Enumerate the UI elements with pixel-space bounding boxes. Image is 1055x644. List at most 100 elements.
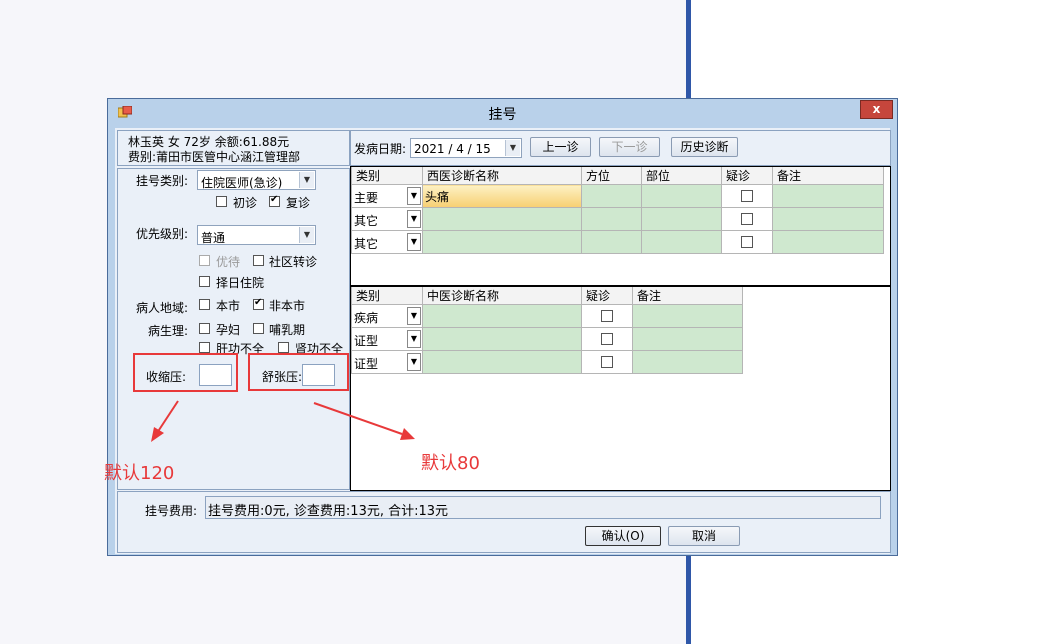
chevron-down-icon[interactable]: ▼ xyxy=(299,172,314,188)
chevron-down-icon[interactable]: ▼ xyxy=(407,307,421,325)
diagnosis-name: 头痛 xyxy=(425,189,450,204)
priority-select[interactable]: 普通 ▼ xyxy=(197,225,316,245)
select-day-checkbox[interactable] xyxy=(199,276,210,287)
chevron-down-icon[interactable]: ▼ xyxy=(407,353,421,371)
onset-date-value: 2021 / 4 / 15 xyxy=(414,142,491,156)
chevron-down-icon[interactable]: ▼ xyxy=(299,227,314,243)
category-value: 疾病 xyxy=(354,311,379,325)
category-value: 证型 xyxy=(354,357,379,371)
table-row: 证型 ▼ xyxy=(351,350,743,374)
category-select[interactable]: 证型 ▼ xyxy=(352,329,422,349)
suspected-checkbox[interactable] xyxy=(741,190,753,202)
table-row: 其它 ▼ xyxy=(351,207,884,231)
reg-type-value: 住院医师(急诊) xyxy=(201,176,283,190)
prev-visit-button[interactable]: 上一诊 xyxy=(530,137,591,157)
suspected-checkbox[interactable] xyxy=(741,236,753,248)
suspected-checkbox[interactable] xyxy=(601,333,613,345)
western-diagnosis-grid: 类别 西医诊断名称 方位 部位 疑诊 备注 主要 ▼ 头痛 其它 ▼ 其它 ▼ xyxy=(351,167,884,254)
diagnosis-name-cell[interactable] xyxy=(422,304,582,328)
next-visit-button[interactable]: 下一诊 xyxy=(599,137,660,157)
lactation-label: 哺乳期 xyxy=(269,323,306,337)
diagnosis-name-cell[interactable]: 头痛 xyxy=(422,184,582,208)
diagnosis-name-cell[interactable] xyxy=(422,350,582,374)
diagnosis-name-cell[interactable] xyxy=(422,207,582,231)
remark-cell[interactable] xyxy=(772,184,884,208)
fee-display: 挂号费用:0元, 诊查费用:13元, 合计:13元 xyxy=(205,496,881,519)
category-select[interactable]: 疾病 ▼ xyxy=(352,306,422,326)
register-dialog: 挂号 x 林玉英 女 72岁 余额:61.88元 费别:莆田市医管中心涵江管理部… xyxy=(107,98,898,556)
first-visit-label: 初诊 xyxy=(233,196,258,210)
footer-panel: 挂号费用: 挂号费用:0元, 诊查费用:13元, 合计:13元 确认(O) 取消 xyxy=(117,491,891,553)
chevron-down-icon[interactable]: ▼ xyxy=(407,330,421,348)
local-checkbox[interactable] xyxy=(199,299,210,310)
diagnosis-name-cell[interactable] xyxy=(422,230,582,254)
close-button[interactable]: x xyxy=(860,100,893,119)
chevron-down-icon[interactable]: ▼ xyxy=(407,233,421,251)
category-select[interactable]: 主要 ▼ xyxy=(352,186,422,206)
table-row: 主要 ▼ 头痛 xyxy=(351,184,884,208)
category-select[interactable]: 证型 ▼ xyxy=(352,352,422,372)
table-row: 其它 ▼ xyxy=(351,230,884,254)
category-select[interactable]: 其它 ▼ xyxy=(352,232,422,252)
remark-cell[interactable] xyxy=(772,207,884,231)
nonlocal-checkbox[interactable] xyxy=(253,297,264,310)
dialog-client: 林玉英 女 72岁 余额:61.88元 费别:莆田市医管中心涵江管理部 挂号类别… xyxy=(115,128,891,554)
preferential-label: 优待 xyxy=(216,255,241,269)
orientation-cell[interactable] xyxy=(581,230,642,254)
suspected-checkbox[interactable] xyxy=(601,310,613,322)
dialog-title: 挂号 xyxy=(488,107,517,123)
diagnosis-name-cell[interactable] xyxy=(422,327,582,351)
remark-cell[interactable] xyxy=(772,230,884,254)
reg-type-label: 挂号类别: xyxy=(136,174,189,188)
site-cell[interactable] xyxy=(641,230,722,254)
history-diagnosis-button[interactable]: 历史诊断 xyxy=(671,137,738,157)
systolic-arrow-icon xyxy=(151,400,179,442)
reg-type-select[interactable]: 住院医师(急诊) ▼ xyxy=(197,170,316,190)
category-value: 主要 xyxy=(354,191,379,205)
confirm-button[interactable]: 确认(O) xyxy=(585,526,661,546)
lactation-checkbox[interactable] xyxy=(253,323,264,334)
remark-cell[interactable] xyxy=(632,350,743,374)
orientation-cell[interactable] xyxy=(581,184,642,208)
diastolic-arrow-icon xyxy=(313,402,415,440)
chevron-down-icon[interactable]: ▼ xyxy=(407,210,421,228)
return-visit-checkbox[interactable] xyxy=(269,194,280,207)
priority-value: 普通 xyxy=(201,231,226,245)
priority-label: 优先级别: xyxy=(136,227,189,241)
col-header: 备注 xyxy=(632,287,743,305)
region-label: 病人地域: xyxy=(136,301,189,315)
fee-label: 挂号费用: xyxy=(145,504,198,518)
category-value: 其它 xyxy=(354,237,379,251)
cancel-button[interactable]: 取消 xyxy=(668,526,740,546)
liver-checkbox[interactable] xyxy=(199,342,210,353)
pregnant-label: 孕妇 xyxy=(216,323,241,337)
select-day-label: 择日住院 xyxy=(216,276,265,290)
first-visit-checkbox[interactable] xyxy=(216,196,227,207)
table-row: 证型 ▼ xyxy=(351,327,743,351)
chevron-down-icon[interactable]: ▼ xyxy=(407,187,421,205)
suspected-checkbox[interactable] xyxy=(601,356,613,368)
category-select[interactable]: 其它 ▼ xyxy=(352,209,422,229)
local-label: 本市 xyxy=(216,299,241,313)
patient-fee-type: 费别:莆田市医管中心涵江管理部 xyxy=(128,150,301,164)
kidney-checkbox[interactable] xyxy=(278,342,289,353)
site-cell[interactable] xyxy=(641,207,722,231)
patient-info-panel: 林玉英 女 72岁 余额:61.88元 费别:莆田市医管中心涵江管理部 xyxy=(117,130,350,166)
suspected-checkbox[interactable] xyxy=(741,213,753,225)
remark-cell[interactable] xyxy=(632,304,743,328)
nonlocal-label: 非本市 xyxy=(269,299,306,313)
systolic-default-annotation: 默认120 xyxy=(104,463,175,484)
col-header: 方位 xyxy=(581,167,642,185)
pregnant-checkbox[interactable] xyxy=(199,323,210,334)
diastolic-highlight-box xyxy=(248,353,349,391)
remark-cell[interactable] xyxy=(632,327,743,351)
title-bar[interactable]: 挂号 x xyxy=(108,99,897,126)
site-cell[interactable] xyxy=(641,184,722,208)
col-header: 类别 xyxy=(351,287,423,305)
diagnosis-toolbar: 发病日期: 2021 / 4 / 15 ▼ 上一诊 下一诊 历史诊断 xyxy=(350,130,891,166)
community-referral-checkbox[interactable] xyxy=(253,255,264,266)
onset-date-picker[interactable]: 2021 / 4 / 15 ▼ xyxy=(410,138,522,158)
calendar-dropdown-icon[interactable]: ▼ xyxy=(505,140,520,156)
preferential-checkbox[interactable] xyxy=(199,255,210,266)
orientation-cell[interactable] xyxy=(581,207,642,231)
